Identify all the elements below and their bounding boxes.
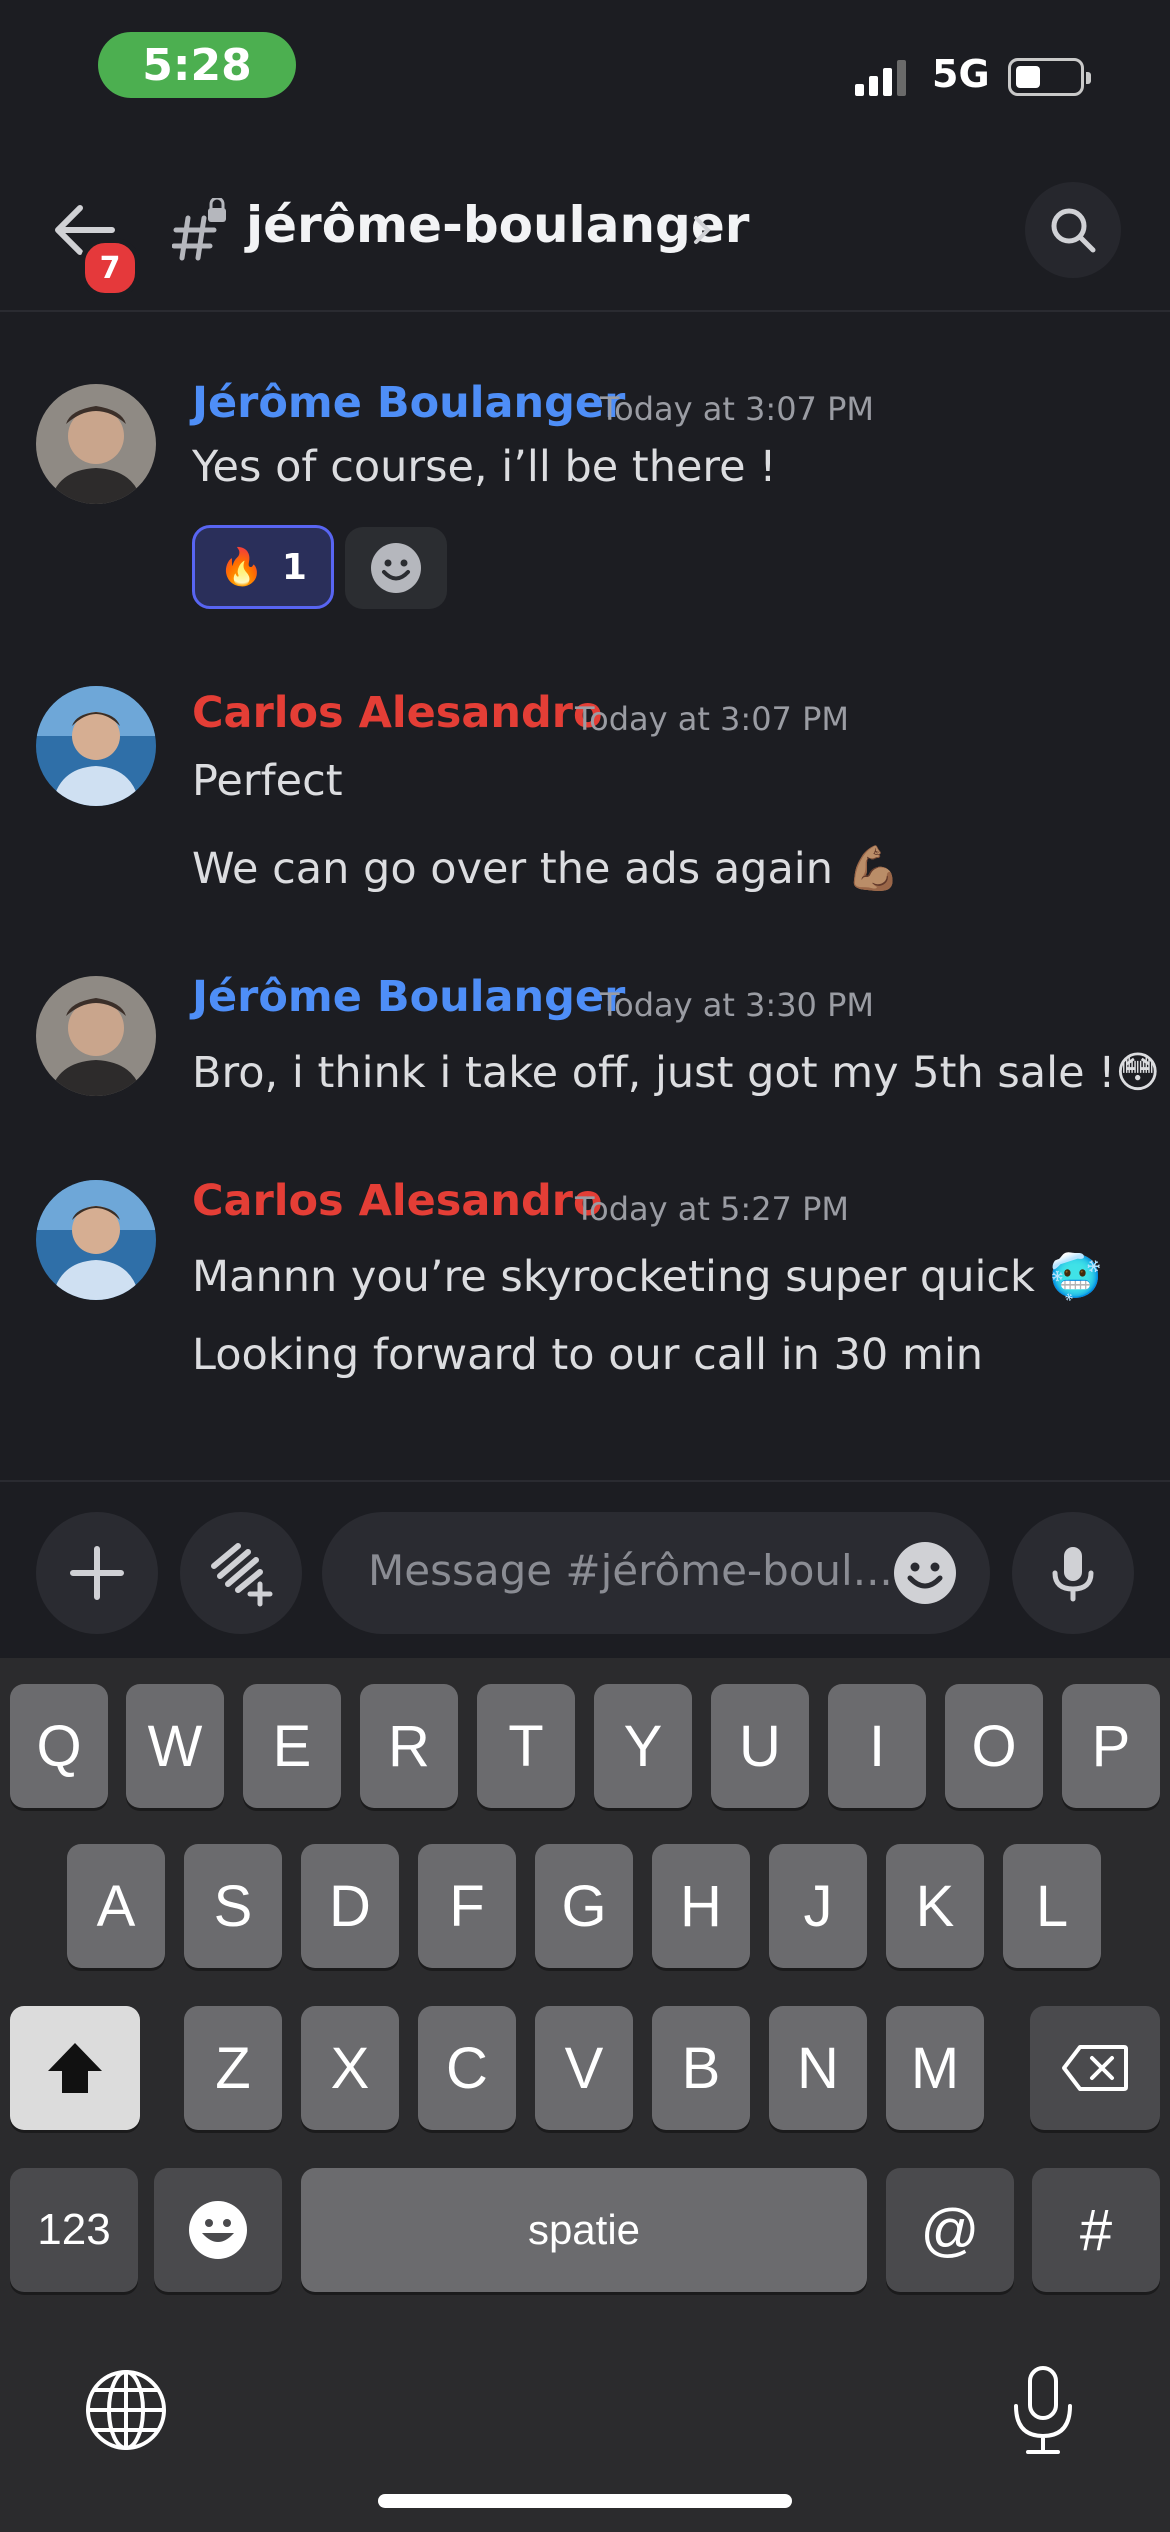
message-author[interactable]: Carlos Alesandro xyxy=(192,1176,603,1226)
key-h[interactable]: H xyxy=(652,1844,750,1968)
apps-button[interactable] xyxy=(180,1512,302,1634)
message-text: Perfect xyxy=(192,756,343,806)
key-w[interactable]: W xyxy=(126,1684,224,1808)
message-placeholder: Message #jérôme-boul... xyxy=(368,1546,893,1595)
status-time: 5:28 xyxy=(98,32,296,98)
reaction-count: 1 xyxy=(281,546,307,588)
shift-key[interactable] xyxy=(10,2006,140,2130)
voice-message-button[interactable] xyxy=(1012,1512,1134,1634)
key-t[interactable]: T xyxy=(477,1684,575,1808)
search-icon xyxy=(1051,208,1096,253)
message-timestamp: Today at 5:27 PM xyxy=(575,1190,849,1228)
key-r[interactable]: R xyxy=(360,1684,458,1808)
message-author[interactable]: Jérôme Boulanger xyxy=(192,972,625,1022)
numbers-key[interactable]: 123 xyxy=(10,2168,138,2292)
message-composer: Message #jérôme-boul... xyxy=(0,1480,1170,1662)
key-a[interactable]: A xyxy=(67,1844,165,1968)
smiley-icon xyxy=(371,543,421,593)
home-indicator[interactable] xyxy=(378,2494,792,2508)
emoji-picker-icon[interactable] xyxy=(892,1540,958,1606)
key-q[interactable]: Q xyxy=(10,1684,108,1808)
key-v[interactable]: V xyxy=(535,2006,633,2130)
key-g[interactable]: G xyxy=(535,1844,633,1968)
key-d[interactable]: D xyxy=(301,1844,399,1968)
keyboard: Q W E R T Y U I O P A S D F G H J K L Z … xyxy=(0,1658,1170,2532)
avatar-jerome[interactable] xyxy=(36,384,156,504)
message-text: Bro, i think i take off, just got my 5th… xyxy=(192,1048,1161,1098)
key-i[interactable]: I xyxy=(828,1684,926,1808)
key-e[interactable]: E xyxy=(243,1684,341,1808)
space-key[interactable]: spatie xyxy=(301,2168,867,2292)
reaction-fire[interactable]: 🔥 1 xyxy=(192,525,334,609)
channel-title[interactable]: jérôme-boulanger xyxy=(246,196,749,254)
attach-button[interactable] xyxy=(36,1512,158,1634)
microphone-icon xyxy=(1052,1547,1094,1602)
channel-header: 7 jérôme-boulanger xyxy=(0,170,1170,312)
backspace-icon xyxy=(1062,2045,1128,2091)
key-u[interactable]: U xyxy=(711,1684,809,1808)
message-text: We can go over the ads again 💪🏽 xyxy=(192,844,901,894)
at-key[interactable]: @ xyxy=(886,2168,1014,2292)
plus-icon xyxy=(70,1546,124,1600)
search-button[interactable] xyxy=(1025,182,1121,278)
avatar-jerome[interactable] xyxy=(36,976,156,1096)
message-author[interactable]: Jérôme Boulanger xyxy=(192,378,625,428)
message-text: Mannn you’re skyrocketing super quick 🥶 xyxy=(192,1252,1103,1302)
apps-rocket-icon xyxy=(211,1543,273,1607)
network-type: 5G xyxy=(932,52,990,96)
emoji-face-icon xyxy=(189,2201,247,2259)
key-x[interactable]: X xyxy=(301,2006,399,2130)
key-k[interactable]: K xyxy=(886,1844,984,1968)
dictation-microphone-icon[interactable] xyxy=(1008,2364,1078,2456)
key-o[interactable]: O xyxy=(945,1684,1043,1808)
message-author[interactable]: Carlos Alesandro xyxy=(192,688,603,738)
cellular-signal-icon xyxy=(855,60,906,96)
emoji-key[interactable] xyxy=(154,2168,282,2292)
key-z[interactable]: Z xyxy=(184,2006,282,2130)
key-j[interactable]: J xyxy=(769,1844,867,1968)
delete-key[interactable] xyxy=(1030,2006,1160,2130)
unread-badge: 7 xyxy=(80,238,140,298)
locked-channel-hash-icon xyxy=(172,198,226,261)
shift-arrow-icon xyxy=(48,2043,102,2093)
reaction-emoji: 🔥 xyxy=(219,547,264,588)
key-s[interactable]: S xyxy=(184,1844,282,1968)
avatar-carlos[interactable] xyxy=(36,686,156,806)
chevron-right-icon[interactable] xyxy=(690,210,714,250)
message-input[interactable]: Message #jérôme-boul... xyxy=(322,1512,990,1634)
hash-key[interactable]: # xyxy=(1032,2168,1160,2292)
key-b[interactable]: B xyxy=(652,2006,750,2130)
message-text: Yes of course, i’ll be there ! xyxy=(192,442,777,492)
key-l[interactable]: L xyxy=(1003,1844,1101,1968)
message-timestamp: Today at 3:30 PM xyxy=(600,986,874,1024)
message-timestamp: Today at 3:07 PM xyxy=(575,700,849,738)
message-timestamp: Today at 3:07 PM xyxy=(600,390,874,428)
key-y[interactable]: Y xyxy=(594,1684,692,1808)
globe-icon[interactable] xyxy=(84,2368,168,2452)
key-c[interactable]: C xyxy=(418,2006,516,2130)
avatar-carlos[interactable] xyxy=(36,1180,156,1300)
key-f[interactable]: F xyxy=(418,1844,516,1968)
key-n[interactable]: N xyxy=(769,2006,867,2130)
battery-icon xyxy=(1008,58,1091,96)
key-m[interactable]: M xyxy=(886,2006,984,2130)
key-p[interactable]: P xyxy=(1062,1684,1160,1808)
message-text: Looking forward to our call in 30 min xyxy=(192,1330,984,1380)
add-reaction-button[interactable] xyxy=(345,527,447,609)
